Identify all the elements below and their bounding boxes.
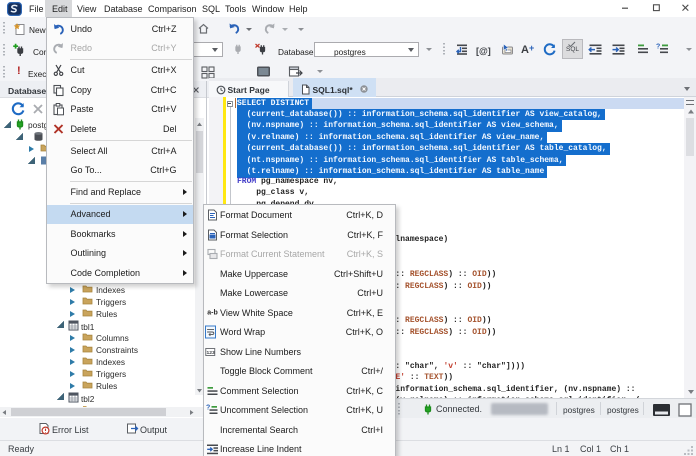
- svg-text:123: 123: [207, 350, 216, 356]
- svg-text:?: ?: [656, 44, 660, 51]
